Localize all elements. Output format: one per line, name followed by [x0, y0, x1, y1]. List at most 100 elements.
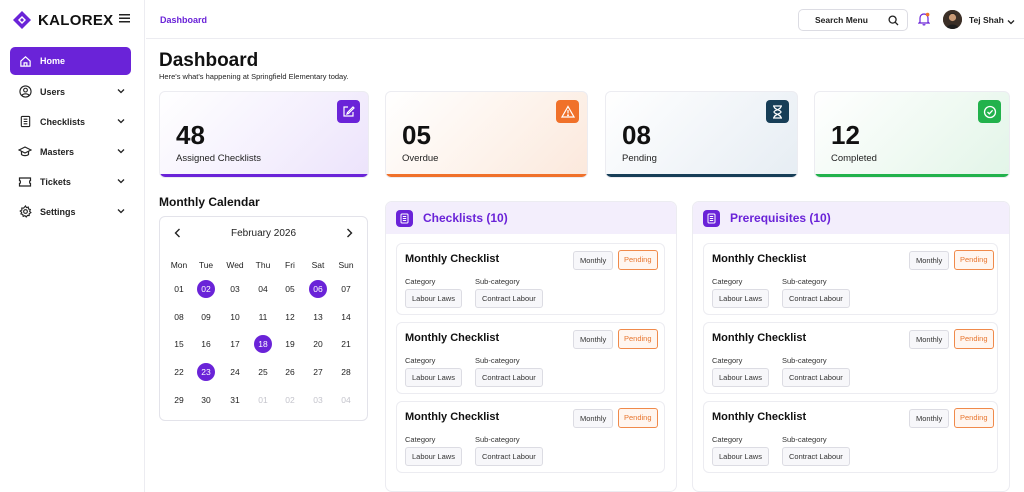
- brand-logo[interactable]: KALOREX: [12, 10, 113, 30]
- checklist-card[interactable]: Monthly Checklist Monthly Pending Category S…: [396, 322, 665, 394]
- calendar-day[interactable]: 12: [281, 308, 299, 326]
- chevron-down-icon: [117, 206, 125, 216]
- subcategory-value: Contract Labour: [782, 368, 850, 387]
- search-menu-button[interactable]: Search Menu: [798, 9, 908, 31]
- calendar-day[interactable]: 22: [170, 363, 188, 381]
- calendar-month: February 2026: [230, 228, 297, 239]
- card-title: Monthly Checklist: [405, 253, 500, 265]
- chevron-right-icon[interactable]: [346, 228, 353, 240]
- warning-icon: [556, 100, 579, 123]
- sidebar-item-checklists[interactable]: Checklists: [10, 107, 131, 136]
- checklist-icon: [18, 115, 32, 129]
- stat-value: 08: [622, 120, 651, 150]
- stat-card-overdue[interactable]: 05 Overdue: [385, 91, 588, 178]
- weekday-label: Mon: [170, 260, 188, 270]
- card-title: Monthly Checklist: [712, 253, 807, 265]
- panel-title: Checklists (10): [423, 211, 508, 225]
- calendar-day[interactable]: 08: [170, 308, 188, 326]
- breadcrumb[interactable]: Dashboard: [160, 15, 207, 25]
- page-title: Dashboard: [159, 50, 259, 71]
- stat-card-pending[interactable]: 08 Pending: [605, 91, 798, 178]
- stat-accent-bar: [386, 174, 587, 177]
- user-name[interactable]: Tej Shah: [969, 15, 1004, 25]
- chevron-down-icon: [117, 146, 125, 156]
- calendar-day[interactable]: 10: [226, 308, 244, 326]
- calendar-day[interactable]: 07: [337, 280, 355, 298]
- calendar-day[interactable]: 27: [309, 363, 327, 381]
- stat-accent-bar: [606, 174, 797, 177]
- calendar-day[interactable]: 16: [197, 335, 215, 353]
- panel-header: Checklists (10): [386, 202, 676, 234]
- status-badge: Pending: [954, 408, 994, 428]
- stat-label: Assigned Checklists: [176, 153, 262, 164]
- calendar-day[interactable]: 05: [281, 280, 299, 298]
- sidebar-item-label: Tickets: [40, 176, 71, 187]
- menu-toggle-icon[interactable]: [119, 13, 130, 25]
- logo-icon: [13, 11, 31, 29]
- calendar-day[interactable]: 03: [309, 391, 327, 409]
- calendar-day[interactable]: 20: [309, 335, 327, 353]
- checklist-card[interactable]: Monthly Checklist Monthly Pending Category S…: [396, 243, 665, 315]
- calendar-title: Monthly Calendar: [159, 195, 260, 209]
- calendar-day[interactable]: 09: [197, 308, 215, 326]
- card-title: Monthly Checklist: [712, 332, 807, 344]
- calendar-day[interactable]: 02: [197, 280, 215, 298]
- calendar-day[interactable]: 24: [226, 363, 244, 381]
- subcategory-value: Contract Labour: [782, 289, 850, 308]
- chevron-down-icon: [117, 86, 125, 96]
- monthly-calendar: February 2026 Mon Tue Wed Thu Fri Sat Sun 01 02 0…: [159, 216, 368, 421]
- calendar-day[interactable]: 26: [281, 363, 299, 381]
- calendar-day[interactable]: 31: [226, 391, 244, 409]
- frequency-badge: Monthly: [573, 251, 614, 270]
- subcategory-label: Sub-category: [475, 356, 520, 365]
- status-badge: Pending: [618, 408, 658, 428]
- category-value: Labour Laws: [712, 368, 769, 387]
- checklist-card[interactable]: Monthly Checklist Monthly Pending Category S…: [703, 322, 998, 394]
- sidebar-item-home[interactable]: Home: [10, 47, 131, 75]
- calendar-day[interactable]: 14: [337, 308, 355, 326]
- stat-card-assigned[interactable]: 48 Assigned Checklists: [159, 91, 369, 178]
- stat-label: Pending: [622, 153, 657, 164]
- chevron-down-icon[interactable]: [1007, 17, 1015, 27]
- calendar-day[interactable]: 13: [309, 308, 327, 326]
- calendar-day[interactable]: 28: [337, 363, 355, 381]
- sidebar-item-users[interactable]: Users: [10, 77, 131, 106]
- notification-bell-icon[interactable]: [917, 12, 931, 28]
- category-label: Category: [405, 356, 436, 365]
- weekday-label: Sat: [311, 260, 325, 270]
- calendar-day[interactable]: 02: [281, 391, 299, 409]
- status-badge: Pending: [618, 250, 658, 270]
- status-badge: Pending: [618, 329, 658, 349]
- calendar-day[interactable]: 01: [170, 280, 188, 298]
- calendar-day[interactable]: 25: [254, 363, 272, 381]
- stat-card-completed[interactable]: 12 Completed: [814, 91, 1010, 178]
- calendar-day[interactable]: 23: [197, 363, 215, 381]
- calendar-day[interactable]: 04: [337, 391, 355, 409]
- frequency-badge: Monthly: [909, 251, 950, 270]
- sidebar-item-settings[interactable]: Settings: [10, 197, 131, 226]
- weekday-label: Thu: [255, 260, 271, 270]
- status-badge: Pending: [954, 250, 994, 270]
- category-label: Category: [405, 435, 436, 444]
- sidebar-item-masters[interactable]: Masters: [10, 137, 131, 166]
- hourglass-icon: [766, 100, 789, 123]
- checklist-card[interactable]: Monthly Checklist Monthly Pending Category S…: [703, 243, 998, 315]
- sidebar-item-tickets[interactable]: Tickets: [10, 167, 131, 196]
- calendar-day[interactable]: 18: [254, 335, 272, 353]
- avatar[interactable]: [943, 10, 962, 29]
- calendar-day[interactable]: 21: [337, 335, 355, 353]
- weekday-label: Tue: [198, 260, 214, 270]
- checklist-card[interactable]: Monthly Checklist Monthly Pending Category S…: [396, 401, 665, 473]
- calendar-day[interactable]: 15: [170, 335, 188, 353]
- calendar-day[interactable]: 04: [254, 280, 272, 298]
- calendar-day[interactable]: 19: [281, 335, 299, 353]
- calendar-day[interactable]: 06: [309, 280, 327, 298]
- calendar-day[interactable]: 30: [197, 391, 215, 409]
- calendar-day[interactable]: 29: [170, 391, 188, 409]
- calendar-day[interactable]: 03: [226, 280, 244, 298]
- checklist-card[interactable]: Monthly Checklist Monthly Pending Category S…: [703, 401, 998, 473]
- weekday-label: Fri: [285, 260, 295, 270]
- calendar-day[interactable]: 11: [254, 308, 272, 326]
- calendar-day[interactable]: 01: [254, 391, 272, 409]
- calendar-day[interactable]: 17: [226, 335, 244, 353]
